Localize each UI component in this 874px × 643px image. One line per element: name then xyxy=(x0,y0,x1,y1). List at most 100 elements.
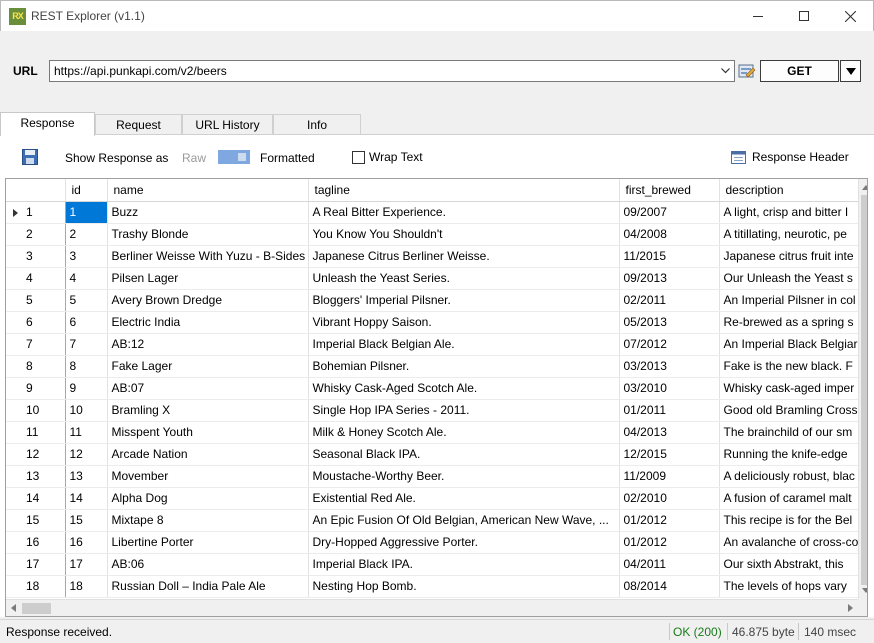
cell-name[interactable]: Misspent Youth xyxy=(107,421,309,444)
tab-response[interactable]: Response xyxy=(0,112,95,136)
table-row[interactable]: 4 4 Pilsen Lager Unleash the Yeast Series. 0… xyxy=(6,267,860,290)
cell-description[interactable]: The brainchild of our sm xyxy=(719,421,860,444)
cell-tagline[interactable]: Single Hop IPA Series - 2011. xyxy=(308,399,620,422)
table-row[interactable]: 14 14 Alpha Dog Existential Red Ale. 02/2010… xyxy=(6,487,860,510)
cell-description[interactable]: Our sixth Abstrakt, this xyxy=(719,553,860,576)
horizontal-scroll-thumb[interactable] xyxy=(22,603,51,614)
cell-tagline[interactable]: Imperial Black Belgian Ale. xyxy=(308,333,620,356)
scroll-left-arrow-icon[interactable] xyxy=(11,604,16,612)
cell-id[interactable]: 11 xyxy=(65,421,108,444)
save-icon[interactable] xyxy=(22,149,38,165)
raw-option-label[interactable]: Raw xyxy=(182,151,206,165)
table-row[interactable]: 1 1 Buzz A Real Bitter Experience. 09/2007 A … xyxy=(6,201,860,224)
cell-description[interactable]: An avalanche of cross-co xyxy=(719,531,860,554)
cell-description[interactable]: The levels of hops vary xyxy=(719,575,860,598)
cell-tagline[interactable]: Bohemian Pilsner. xyxy=(308,355,620,378)
row-header[interactable]: 6 xyxy=(6,311,66,334)
cell-description[interactable]: Good old Bramling Cross xyxy=(719,399,860,422)
cell-tagline[interactable]: Japanese Citrus Berliner Weisse. xyxy=(308,245,620,268)
cell-tagline[interactable]: Bloggers' Imperial Pilsner. xyxy=(308,289,620,312)
row-header[interactable]: 15 xyxy=(6,509,66,532)
cell-tagline[interactable]: Nesting Hop Bomb. xyxy=(308,575,620,598)
cell-first-brewed[interactable]: 03/2013 xyxy=(619,355,720,378)
column-header-tagline[interactable]: tagline xyxy=(308,179,620,202)
table-row[interactable]: 10 10 Bramling X Single Hop IPA Series - 20… xyxy=(6,399,860,422)
cell-name[interactable]: Berliner Weisse With Yuzu - B-Sides xyxy=(107,245,309,268)
cell-description[interactable]: This recipe is for the Bel xyxy=(719,509,860,532)
cell-id[interactable]: 1 xyxy=(65,201,108,224)
table-row[interactable]: 3 3 Berliner Weisse With Yuzu - B-Sides Jap… xyxy=(6,245,860,268)
url-builder-icon[interactable] xyxy=(738,62,756,80)
maximize-button[interactable] xyxy=(781,1,827,31)
cell-name[interactable]: AB:06 xyxy=(107,553,309,576)
row-header[interactable]: 9 xyxy=(6,377,66,400)
cell-id[interactable]: 10 xyxy=(65,399,108,422)
scroll-up-arrow-icon[interactable] xyxy=(862,185,867,190)
row-header[interactable]: 8 xyxy=(6,355,66,378)
table-row[interactable]: 15 15 Mixtape 8 An Epic Fusion Of Old Belgi… xyxy=(6,509,860,532)
cell-name[interactable]: Trashy Blonde xyxy=(107,223,309,246)
row-header[interactable]: 10 xyxy=(6,399,66,422)
cell-description[interactable]: A titillating, neurotic, pe xyxy=(719,223,860,246)
row-header[interactable]: 12 xyxy=(6,443,66,466)
table-row[interactable]: 11 11 Misspent Youth Milk & Honey Scotch Al… xyxy=(6,421,860,444)
cell-first-brewed[interactable]: 05/2013 xyxy=(619,311,720,334)
cell-name[interactable]: Pilsen Lager xyxy=(107,267,309,290)
cell-id[interactable]: 3 xyxy=(65,245,108,268)
table-row[interactable]: 6 6 Electric India Vibrant Hoppy Saison. 05/… xyxy=(6,311,860,334)
table-row[interactable]: 16 16 Libertine Porter Dry-Hopped Aggressiv… xyxy=(6,531,860,554)
row-header[interactable]: 3 xyxy=(6,245,66,268)
row-header[interactable]: 11 xyxy=(6,421,66,444)
cell-first-brewed[interactable]: 12/2015 xyxy=(619,443,720,466)
cell-first-brewed[interactable]: 04/2013 xyxy=(619,421,720,444)
row-header[interactable]: 18 xyxy=(6,575,66,598)
cell-id[interactable]: 6 xyxy=(65,311,108,334)
cell-tagline[interactable]: Whisky Cask-Aged Scotch Ale. xyxy=(308,377,620,400)
method-dropdown-button[interactable] xyxy=(840,60,861,82)
cell-id[interactable]: 2 xyxy=(65,223,108,246)
cell-description[interactable]: A fusion of caramel malt xyxy=(719,487,860,510)
cell-first-brewed[interactable]: 02/2011 xyxy=(619,289,720,312)
table-row[interactable]: 2 2 Trashy Blonde You Know You Shouldn't 04/… xyxy=(6,223,860,246)
column-header-description[interactable]: description xyxy=(719,179,860,202)
table-row[interactable]: 9 9 AB:07 Whisky Cask-Aged Scotch Ale. 03/20… xyxy=(6,377,860,400)
column-header-name[interactable]: name xyxy=(107,179,309,202)
cell-tagline[interactable]: Unleash the Yeast Series. xyxy=(308,267,620,290)
row-header[interactable]: 5 xyxy=(6,289,66,312)
cell-name[interactable]: Mixtape 8 xyxy=(107,509,309,532)
cell-name[interactable]: Libertine Porter xyxy=(107,531,309,554)
cell-description[interactable]: An Imperial Black Belgiar xyxy=(719,333,860,356)
cell-id[interactable]: 14 xyxy=(65,487,108,510)
cell-id[interactable]: 12 xyxy=(65,443,108,466)
cell-id[interactable]: 13 xyxy=(65,465,108,488)
cell-first-brewed[interactable]: 11/2015 xyxy=(619,245,720,268)
cell-description[interactable]: Re-brewed as a spring s xyxy=(719,311,860,334)
cell-first-brewed[interactable]: 09/2013 xyxy=(619,267,720,290)
url-dropdown-button[interactable] xyxy=(716,61,734,81)
cell-name[interactable]: Movember xyxy=(107,465,309,488)
cell-description[interactable]: Japanese citrus fruit inte xyxy=(719,245,860,268)
cell-description[interactable]: A deliciously robust, blac xyxy=(719,465,860,488)
cell-first-brewed[interactable]: 03/2010 xyxy=(619,377,720,400)
cell-tagline[interactable]: Moustache-Worthy Beer. xyxy=(308,465,620,488)
cell-description[interactable]: Whisky cask-aged imper xyxy=(719,377,860,400)
vertical-scroll-thumb[interactable] xyxy=(861,195,867,585)
row-header[interactable]: 7 xyxy=(6,333,66,356)
cell-tagline[interactable]: Seasonal Black IPA. xyxy=(308,443,620,466)
tab-info[interactable]: Info xyxy=(273,114,361,135)
table-row[interactable]: 5 5 Avery Brown Dredge Bloggers' Imperial P… xyxy=(6,289,860,312)
cell-description[interactable]: Running the knife-edge xyxy=(719,443,860,466)
formatted-option-label[interactable]: Formatted xyxy=(260,151,315,165)
table-row[interactable]: 7 7 AB:12 Imperial Black Belgian Ale. 07/201… xyxy=(6,333,860,356)
cell-first-brewed[interactable]: 01/2011 xyxy=(619,399,720,422)
cell-tagline[interactable]: Milk & Honey Scotch Ale. xyxy=(308,421,620,444)
cell-description[interactable]: An Imperial Pilsner in col xyxy=(719,289,860,312)
table-row[interactable]: 17 17 AB:06 Imperial Black IPA. 04/2011 Our s… xyxy=(6,553,860,576)
wrap-text-label[interactable]: Wrap Text xyxy=(369,150,423,164)
cell-id[interactable]: 8 xyxy=(65,355,108,378)
cell-name[interactable]: Electric India xyxy=(107,311,309,334)
cell-first-brewed[interactable]: 02/2010 xyxy=(619,487,720,510)
cell-name[interactable]: Alpha Dog xyxy=(107,487,309,510)
minimize-button[interactable] xyxy=(735,1,781,31)
cell-name[interactable]: Avery Brown Dredge xyxy=(107,289,309,312)
